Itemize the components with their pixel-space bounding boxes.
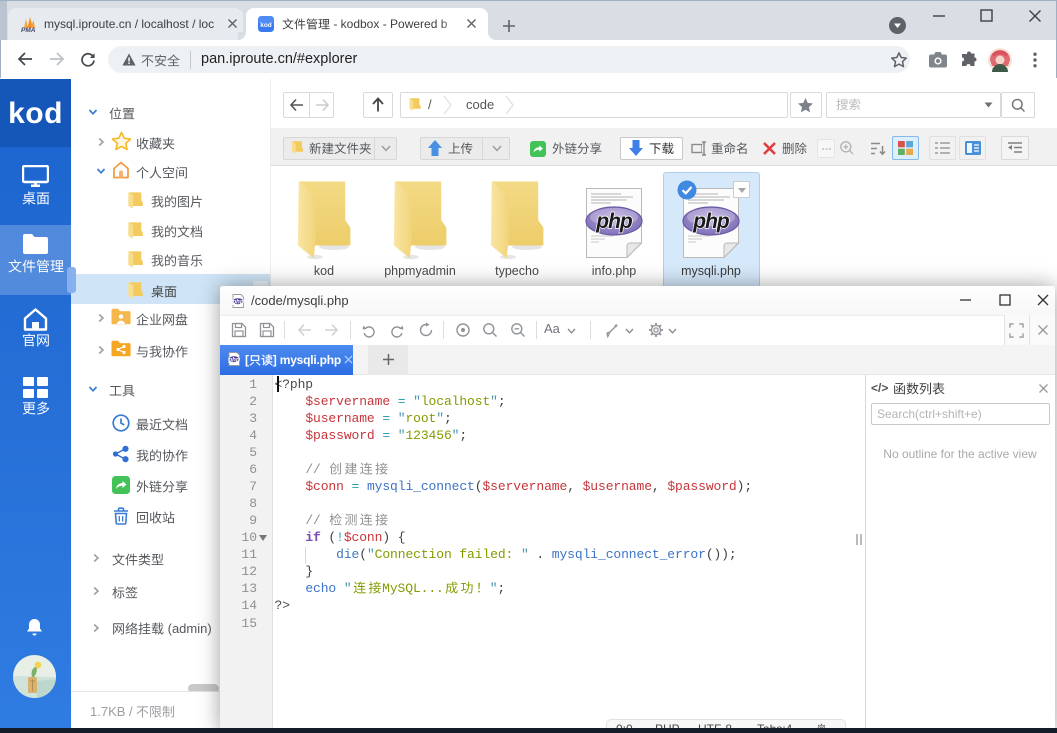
svg-text:php: php: [228, 357, 240, 363]
svg-text:kod: kod: [260, 22, 272, 29]
svg-text:php: php: [692, 210, 730, 233]
svg-text:php: php: [232, 299, 244, 305]
svg-text:php: php: [595, 210, 633, 233]
svg-text:PMA: PMA: [21, 27, 36, 33]
